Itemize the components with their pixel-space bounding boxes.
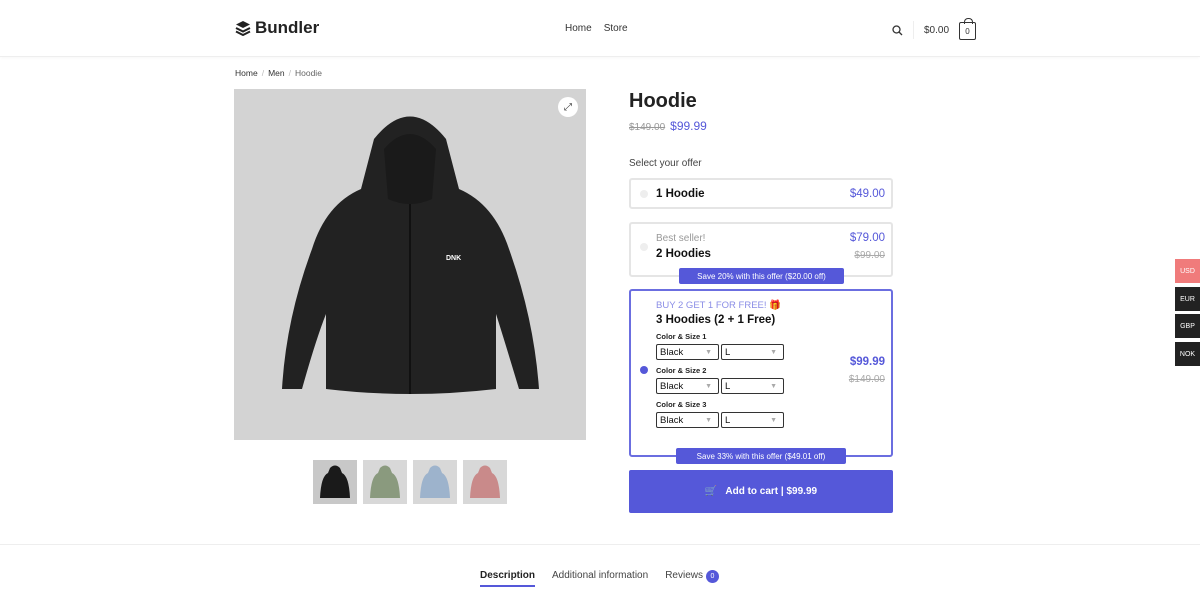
currency-gbp[interactable]: GBP: [1175, 314, 1200, 338]
currency-usd[interactable]: USD: [1175, 259, 1200, 283]
review-count-badge: 0: [705, 570, 719, 583]
color-select[interactable]: Black ▼: [656, 344, 719, 360]
chevron-down-icon: ▼: [770, 348, 777, 356]
offer-name: 3 Hoodies (2 + 1 Free): [656, 314, 776, 326]
tab-additional-information[interactable]: Additional information: [552, 570, 648, 587]
chevron-down-icon: ▼: [705, 348, 712, 356]
divider: [0, 544, 1200, 545]
radio[interactable]: [640, 243, 648, 251]
cart-total[interactable]: $0.00: [924, 25, 949, 36]
offer-price: $49.00: [849, 188, 885, 200]
add-to-cart-button[interactable]: 🛒 Add to cart | $99.99: [629, 470, 893, 513]
currency-eur[interactable]: EUR: [1175, 287, 1200, 311]
breadcrumb-men[interactable]: Men: [268, 68, 285, 78]
current-price: $99.99: [670, 119, 707, 133]
product-main-image[interactable]: DNK ⤢: [234, 89, 586, 440]
chevron-down-icon: ▼: [705, 382, 712, 390]
thumbnail-blue[interactable]: [413, 460, 457, 504]
logo-text: Bundler: [255, 18, 320, 37]
layers-icon: [235, 21, 251, 36]
svg-text:DNK: DNK: [446, 255, 461, 262]
chevron-down-icon: ▼: [705, 416, 712, 424]
cart-icon: 🛒: [704, 486, 718, 497]
currency-nok[interactable]: NOK: [1175, 342, 1200, 366]
site-header: Bundler Home Store $0.00 0: [0, 0, 1200, 57]
offer-name: 1 Hoodie: [656, 188, 705, 200]
logo[interactable]: Bundler: [235, 18, 319, 38]
variant-label: Color & Size 3: [656, 400, 707, 409]
product-tabs: Description Additional information Revie…: [480, 570, 719, 587]
radio-selected[interactable]: [640, 366, 648, 374]
add-to-cart-label: Add to cart | $99.99: [725, 486, 818, 497]
breadcrumb-home[interactable]: Home: [235, 68, 258, 78]
color-select[interactable]: Black ▼: [656, 412, 719, 428]
offer-1[interactable]: 1 Hoodie $49.00: [629, 178, 893, 209]
variant-1: Color & Size 1 Black ▼ L ▼: [656, 332, 784, 360]
color-select[interactable]: Black ▼: [656, 378, 719, 394]
cart-bag-icon[interactable]: 0: [959, 18, 977, 40]
main-nav: Home Store: [565, 23, 628, 34]
product-title: Hoodie: [629, 90, 697, 112]
offer-tag: Best seller!: [656, 233, 706, 244]
offer-heading: Select your offer: [629, 158, 702, 169]
nav-store[interactable]: Store: [604, 23, 628, 34]
thumbnail-green[interactable]: [363, 460, 407, 504]
divider: [913, 21, 914, 39]
offer-name: 2 Hoodies: [656, 248, 711, 260]
cart-count: 0: [965, 26, 970, 36]
variant-label: Color & Size 2: [656, 366, 707, 375]
variant-2: Color & Size 2 Black ▼ L ▼: [656, 366, 784, 394]
size-select[interactable]: L ▼: [721, 344, 784, 360]
offer-tag: BUY 2 GET 1 FOR FREE! 🎁: [656, 300, 781, 311]
breadcrumb-current: Hoodie: [294, 68, 322, 78]
variant-label: Color & Size 1: [656, 332, 707, 341]
hoodie-image: DNK: [282, 116, 539, 394]
radio[interactable]: [640, 190, 648, 198]
thumbnail-black[interactable]: [313, 460, 357, 504]
product-price: $149.00 $99.99: [629, 119, 707, 133]
variant-3: Color & Size 3 Black ▼ L ▼: [656, 400, 784, 428]
offer-old-price: $149.00: [848, 374, 885, 385]
tab-label: Reviews: [665, 570, 703, 581]
chevron-down-icon: ▼: [770, 382, 777, 390]
chevron-down-icon: ▼: [770, 416, 777, 424]
thumbnail-gallery: [313, 460, 507, 504]
search-icon[interactable]: [892, 24, 903, 36]
offer-price: $79.00: [849, 232, 885, 244]
breadcrumb: Home / Men / Hoodie: [235, 68, 322, 78]
tab-reviews[interactable]: Reviews 0: [665, 570, 719, 587]
offer-3[interactable]: BUY 2 GET 1 FOR FREE! 🎁 3 Hoodies (2 + 1…: [629, 289, 893, 464]
size-select[interactable]: L ▼: [721, 378, 784, 394]
nav-home[interactable]: Home: [565, 23, 592, 34]
offer-2[interactable]: Best seller! 2 Hoodies $79.00 $99.00 Sav…: [629, 222, 893, 284]
savings-badge: Save 33% with this offer ($49.01 off): [676, 448, 846, 464]
thumbnail-pink[interactable]: [463, 460, 507, 504]
old-price: $149.00: [629, 122, 666, 133]
expand-icon[interactable]: ⤢: [558, 97, 578, 117]
tab-description[interactable]: Description: [480, 570, 536, 587]
offer-old-price: $99.00: [854, 250, 885, 261]
offer-price: $99.99: [849, 356, 885, 368]
size-select[interactable]: L ▼: [721, 412, 784, 428]
savings-badge: Save 20% with this offer ($20.00 off): [679, 268, 844, 284]
